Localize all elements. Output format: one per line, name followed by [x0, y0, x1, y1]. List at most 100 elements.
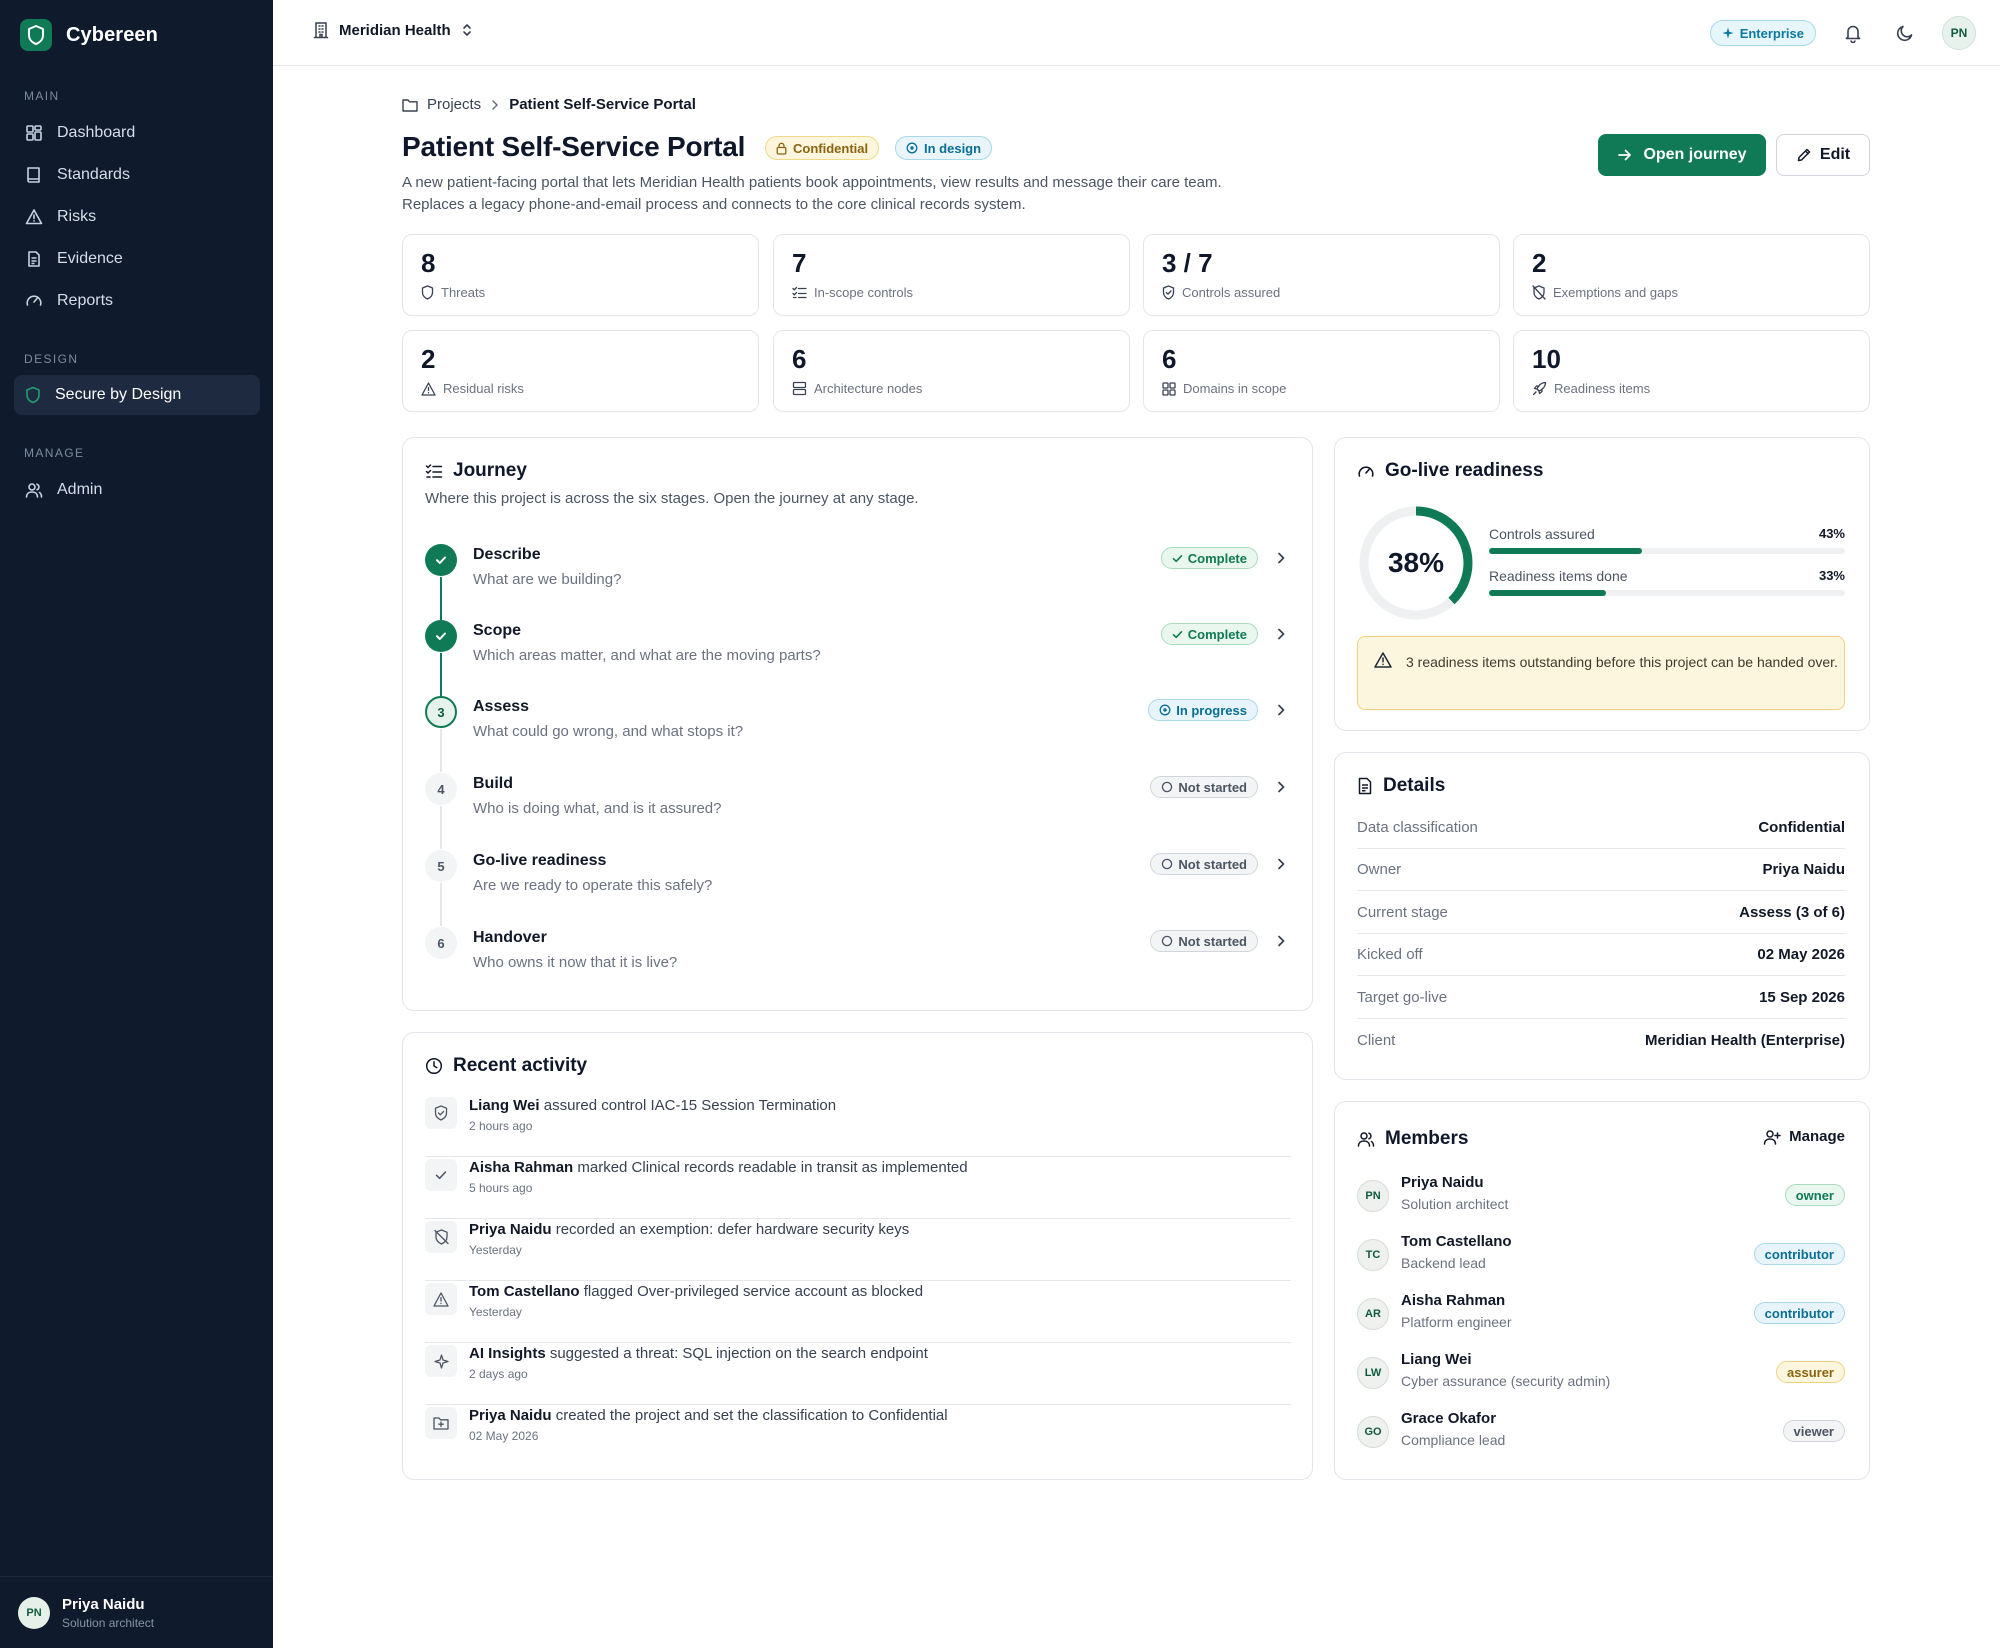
stat-label: In-scope controls: [814, 285, 913, 300]
details-card: Details Data classification Confidential …: [1334, 752, 1870, 1080]
classification-label: Confidential: [793, 140, 869, 156]
activity-action: suggested a threat: SQL injection on the…: [545, 1345, 928, 1362]
activity-item[interactable]: Tom Castellano flagged Over-privileged s…: [425, 1281, 1291, 1343]
sidebar-item-risks[interactable]: Risks: [14, 197, 260, 237]
sidebar-user[interactable]: PN Priya Naidu Solution architect: [0, 1576, 273, 1648]
notifications-button[interactable]: [1838, 18, 1868, 48]
stat-value: 3 / 7: [1162, 248, 1213, 278]
journey-stage-go-live-readiness[interactable]: 5 Go-live readiness Are we ready to oper…: [403, 850, 1312, 926]
stat-value: 7: [792, 248, 807, 278]
stage-status-badge: Complete: [1160, 623, 1258, 645]
activity-item[interactable]: Aisha Rahman marked Clinical records rea…: [425, 1157, 1291, 1219]
arrow-right-icon: [1618, 149, 1632, 161]
journey-stage-build[interactable]: 4 Build Who is doing what, and is it ass…: [403, 773, 1312, 849]
sidebar-item-admin[interactable]: Admin: [14, 470, 260, 510]
stage-name: Handover: [473, 929, 547, 946]
open-journey-label: Open journey: [1643, 146, 1747, 163]
stat-card-readiness-items[interactable]: 10 Readiness items: [1513, 330, 1870, 412]
stat-card-domains-in-scope[interactable]: 6 Domains in scope: [1143, 330, 1500, 412]
edit-button[interactable]: Edit: [1776, 134, 1870, 176]
member-role: Compliance lead: [1401, 1432, 1506, 1448]
stat-card-threats[interactable]: 8 Threats: [402, 234, 759, 316]
open-journey-button[interactable]: Open journey: [1598, 134, 1766, 176]
stat-card-exemptions-and-gaps[interactable]: 2 Exemptions and gaps: [1513, 234, 1870, 316]
status-label: In design: [924, 140, 982, 156]
manage-members-button[interactable]: Manage: [1763, 1128, 1845, 1145]
users-icon: [1357, 1132, 1375, 1147]
activity-item[interactable]: Priya Naidu created the project and set …: [425, 1405, 1291, 1467]
stat-card-residual-risks[interactable]: 2 Residual risks: [402, 330, 759, 412]
journey-stage-describe[interactable]: Describe What are we building? Complete: [403, 544, 1312, 620]
org-switcher[interactable]: Meridian Health: [313, 21, 473, 39]
stage-connector: [440, 806, 442, 849]
page-title: Patient Self-Service Portal: [402, 131, 746, 162]
breadcrumb-projects-link[interactable]: Projects: [427, 96, 481, 113]
stage-question: Who is doing what, and is it assured?: [473, 800, 722, 817]
member-name: Grace Okafor: [1401, 1410, 1497, 1427]
activity-item[interactable]: AI Insights suggested a threat: SQL inje…: [425, 1343, 1291, 1405]
stage-number: 5: [425, 850, 457, 882]
detail-row: Kicked off 02 May 2026: [1357, 934, 1845, 976]
member-item[interactable]: LW Liang Wei Cyber assurance (security a…: [1357, 1351, 1845, 1401]
member-item[interactable]: TC Tom Castellano Backend lead contribut…: [1357, 1233, 1845, 1283]
journey-stage-handover[interactable]: 6 Handover Who owns it now that it is li…: [403, 927, 1312, 1003]
stage-status-badge: Complete: [1160, 547, 1258, 569]
stat-value: 10: [1532, 344, 1561, 374]
sidebar-item-standards[interactable]: Standards: [14, 155, 260, 195]
sidebar-item-label: Secure by Design: [55, 386, 182, 403]
activity-action: assured control IAC-15 Session Terminati…: [539, 1097, 837, 1114]
activity-action: recorded an exemption: defer hardware se…: [551, 1221, 910, 1238]
check-icon: [1172, 554, 1183, 562]
activity-item[interactable]: Priya Naidu recorded an exemption: defer…: [425, 1219, 1291, 1281]
theme-toggle-button[interactable]: [1890, 18, 1920, 48]
activity-actor: Aisha Rahman: [469, 1159, 574, 1176]
stat-card-architecture-nodes[interactable]: 6 Architecture nodes: [773, 330, 1130, 412]
member-item[interactable]: PN Priya Naidu Solution architect owner: [1357, 1174, 1845, 1224]
rocket-icon: [1532, 381, 1547, 396]
detail-value: Confidential: [1758, 819, 1845, 836]
plan-label: Enterprise: [1739, 25, 1804, 41]
stage-status-badge: Not started: [1150, 930, 1258, 952]
shield-check-icon: [425, 1097, 457, 1129]
member-item[interactable]: AR Aisha Rahman Platform engineer contri…: [1357, 1292, 1845, 1342]
gauge-icon: [26, 295, 42, 306]
stat-card-in-scope-controls[interactable]: 7 In-scope controls: [773, 234, 1130, 316]
topbar-actions: Enterprise PN: [1709, 16, 1976, 50]
sidebar: Cybereen MAIN Dashboard Standards Risks …: [0, 0, 273, 1648]
member-item[interactable]: GO Grace Okafor Compliance lead viewer: [1357, 1410, 1845, 1460]
manage-label: Manage: [1789, 1128, 1845, 1145]
stage-status-label: In progress: [1176, 702, 1247, 718]
stage-name: Assess: [473, 698, 530, 715]
nav-section-manage: MANAGE: [24, 446, 85, 460]
stat-label: Domains in scope: [1183, 381, 1287, 396]
sidebar-item-secure-by-design[interactable]: Secure by Design: [14, 375, 260, 415]
brand[interactable]: Cybereen: [20, 19, 158, 51]
stat-value: 2: [1532, 248, 1547, 278]
user-name: Priya Naidu: [62, 1595, 145, 1613]
stat-value: 6: [792, 344, 807, 374]
shield-check-icon: [1162, 285, 1175, 300]
members-title: Members: [1357, 1128, 1468, 1150]
stage-status-label: Not started: [1178, 856, 1247, 872]
journey-stage-scope[interactable]: Scope Which areas matter, and what are t…: [403, 620, 1312, 696]
activity-actor: Priya Naidu: [469, 1407, 552, 1424]
chevron-right-icon: [1278, 781, 1285, 793]
activity-text: Tom Castellano flagged Over-privileged s…: [469, 1283, 923, 1300]
stage-connector: [440, 653, 442, 696]
member-access-badge: contributor: [1753, 1243, 1845, 1265]
sidebar-item-evidence[interactable]: Evidence: [14, 239, 260, 279]
stage-connector: [440, 577, 442, 620]
progress-fill: [1489, 548, 1643, 554]
stage-name: Describe: [473, 546, 541, 563]
stage-name: Build: [473, 775, 513, 792]
sidebar-item-dashboard[interactable]: Dashboard: [14, 113, 260, 153]
journey-stage-assess[interactable]: 3 Assess What could go wrong, and what s…: [403, 696, 1312, 772]
detail-value: 15 Sep 2026: [1759, 989, 1845, 1006]
sidebar-item-reports[interactable]: Reports: [14, 281, 260, 321]
stat-card-controls-assured[interactable]: 3 / 7 Controls assured: [1143, 234, 1500, 316]
bar-label: Controls assured: [1489, 526, 1595, 542]
activity-item[interactable]: Liang Wei assured control IAC-15 Session…: [425, 1095, 1291, 1157]
stat-label: Architecture nodes: [814, 381, 923, 396]
user-avatar-button[interactable]: PN: [1942, 16, 1976, 50]
detail-value: Meridian Health (Enterprise): [1644, 1031, 1845, 1049]
